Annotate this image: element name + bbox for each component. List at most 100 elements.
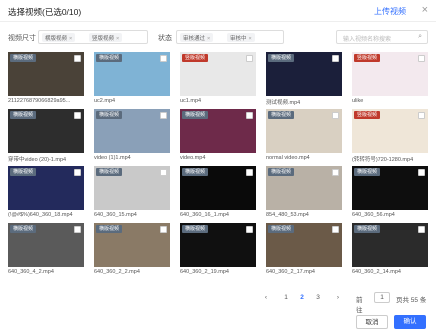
video-card[interactable]: 竖版视频 (转转符号)720-1280.mp4 (352, 109, 428, 163)
select-checkbox[interactable] (160, 169, 167, 176)
video-card[interactable]: 横版视频 640_360_2_2.mp4 (94, 223, 170, 277)
select-checkbox[interactable] (160, 55, 167, 62)
size-tag[interactable]: 竖版视频 × (89, 33, 123, 42)
video-card[interactable]: 横版视频 640_360_2_17.mp4 (266, 223, 342, 277)
video-thumbnail[interactable]: 横版视频 (180, 166, 256, 210)
video-card[interactable]: 横版视频 640_360_2_14.mp4 (352, 223, 428, 277)
video-name: 640_360_15.mp4 (94, 212, 137, 218)
video-thumbnail[interactable]: 横版视频 (94, 223, 170, 267)
confirm-button[interactable]: 确认 (394, 315, 426, 329)
page-1-button[interactable]: 1 (280, 292, 292, 304)
video-thumbnail[interactable]: 横版视频 (266, 52, 342, 96)
video-name: (转转符号)720-1280.mp4 (352, 157, 414, 163)
status-tag[interactable]: 审核通过 × (180, 33, 214, 42)
video-name: video (1)1.mp4 (94, 155, 131, 161)
goto-page-input[interactable]: 1 (374, 292, 390, 303)
video-card[interactable]: 横版视频 (!@#$%)640_360_18.mp4 (8, 166, 84, 220)
select-checkbox[interactable] (332, 112, 339, 119)
prev-page-icon[interactable]: ‹ (260, 292, 272, 304)
page-3-button[interactable]: 3 (312, 292, 324, 304)
status-filter-select[interactable]: 审核通过 × 审核中 × (176, 30, 284, 44)
close-icon[interactable]: × (422, 4, 428, 16)
video-card[interactable]: 横版视频 640_360_4_2.mp4 (8, 223, 84, 277)
video-thumbnail[interactable]: 横版视频 (8, 52, 84, 96)
video-name: ulike (352, 98, 364, 104)
video-card[interactable]: 横版视频 2112276879066829a95... (8, 52, 84, 106)
video-name: 640_360_16_1.mp4 (180, 212, 229, 218)
video-thumbnail[interactable]: 横版视频 (8, 109, 84, 153)
select-checkbox[interactable] (246, 169, 253, 176)
search-icon[interactable]: ⌕ (418, 33, 422, 41)
video-card[interactable]: 竖版视频 ulike (352, 52, 428, 106)
video-thumbnail[interactable]: 横版视频 (94, 166, 170, 210)
select-checkbox[interactable] (160, 226, 167, 233)
size-filter-select[interactable]: 横版视频 × 竖版视频 × (38, 30, 148, 44)
select-checkbox[interactable] (160, 112, 167, 119)
video-card[interactable]: 横版视频 测试视频.mp4 (266, 52, 342, 106)
video-card[interactable]: 横版视频 uc2.mp4 (94, 52, 170, 106)
cancel-button[interactable]: 取消 (356, 315, 388, 329)
next-page-icon[interactable]: › (332, 292, 344, 304)
video-thumbnail[interactable]: 横版视频 (8, 223, 84, 267)
select-checkbox[interactable] (246, 226, 253, 233)
video-card[interactable]: 竖版视频 uc1.mp4 (180, 52, 256, 106)
video-name: 854_480_53.mp4 (266, 212, 309, 218)
tag-close-icon[interactable]: × (69, 36, 72, 42)
video-card[interactable]: 横版视频 穿带中video (20)-1.mp4 (8, 109, 84, 163)
video-card[interactable]: 横版视频 854_480_53.mp4 (266, 166, 342, 220)
size-tag[interactable]: 横版视频 × (42, 33, 76, 42)
select-checkbox[interactable] (246, 112, 253, 119)
page-2-button[interactable]: 2 (296, 292, 308, 304)
video-thumbnail[interactable]: 横版视频 (94, 109, 170, 153)
select-checkbox[interactable] (418, 112, 425, 119)
video-card[interactable]: 横版视频 640_360_56.mp4 (352, 166, 428, 220)
video-card[interactable]: 横版视频 video.mp4 (180, 109, 256, 163)
select-checkbox[interactable] (74, 112, 81, 119)
select-checkbox[interactable] (74, 226, 81, 233)
select-checkbox[interactable] (418, 55, 425, 62)
select-checkbox[interactable] (332, 226, 339, 233)
video-thumbnail[interactable]: 横版视频 (180, 223, 256, 267)
search-input[interactable]: 输入视频名称搜索 ⌕ (336, 30, 428, 44)
tag-close-icon[interactable]: × (249, 36, 252, 42)
filter-bar: 视频尺寸 横版视频 × 竖版视频 × 状态 审核通过 × 审核中 × 输入视频名称搜索 … (8, 30, 428, 44)
video-name: 2112276879066829a95... (8, 98, 71, 104)
video-thumbnail[interactable]: 竖版视频 (180, 52, 256, 96)
video-card[interactable]: 横版视频 normal video.mp4 (266, 109, 342, 163)
video-thumbnail[interactable]: 横版视频 (266, 109, 342, 153)
video-card[interactable]: 横版视频 640_360_16_1.mp4 (180, 166, 256, 220)
video-card[interactable]: 横版视频 640_360_2_19.mp4 (180, 223, 256, 277)
video-thumbnail[interactable]: 横版视频 (266, 223, 342, 267)
video-thumbnail[interactable]: 横版视频 (352, 166, 428, 210)
orientation-badge: 横版视频 (96, 168, 123, 176)
orientation-badge: 横版视频 (268, 54, 295, 62)
video-card[interactable]: 横版视频 video (1)1.mp4 (94, 109, 170, 163)
select-checkbox[interactable] (74, 55, 81, 62)
select-checkbox[interactable] (332, 55, 339, 62)
select-checkbox[interactable] (74, 169, 81, 176)
tag-close-icon[interactable]: × (116, 36, 119, 42)
video-thumbnail[interactable]: 横版视频 (266, 166, 342, 210)
orientation-badge: 横版视频 (182, 111, 209, 119)
status-tag[interactable]: 审核中 × (227, 33, 255, 42)
select-checkbox[interactable] (246, 55, 253, 62)
tag-close-icon[interactable]: × (207, 36, 210, 42)
orientation-badge: 横版视频 (10, 111, 37, 119)
video-thumbnail[interactable]: 竖版视频 (352, 52, 428, 96)
video-name: 640_360_2_2.mp4 (94, 269, 140, 275)
dialog-title: 选择视频(已选0/10) (8, 7, 82, 17)
orientation-badge: 横版视频 (96, 225, 123, 233)
upload-video-link[interactable]: 上传视频 (374, 6, 406, 17)
video-name: 640_360_4_2.mp4 (8, 269, 54, 275)
select-checkbox[interactable] (418, 226, 425, 233)
video-thumbnail[interactable]: 横版视频 (352, 223, 428, 267)
select-checkbox[interactable] (418, 169, 425, 176)
video-thumbnail[interactable]: 横版视频 (8, 166, 84, 210)
select-checkbox[interactable] (332, 169, 339, 176)
video-thumbnail[interactable]: 竖版视频 (352, 109, 428, 153)
video-card[interactable]: 横版视频 640_360_15.mp4 (94, 166, 170, 220)
video-thumbnail[interactable]: 横版视频 (94, 52, 170, 96)
video-name: uc2.mp4 (94, 98, 116, 104)
orientation-badge: 横版视频 (182, 225, 209, 233)
video-thumbnail[interactable]: 横版视频 (180, 109, 256, 153)
